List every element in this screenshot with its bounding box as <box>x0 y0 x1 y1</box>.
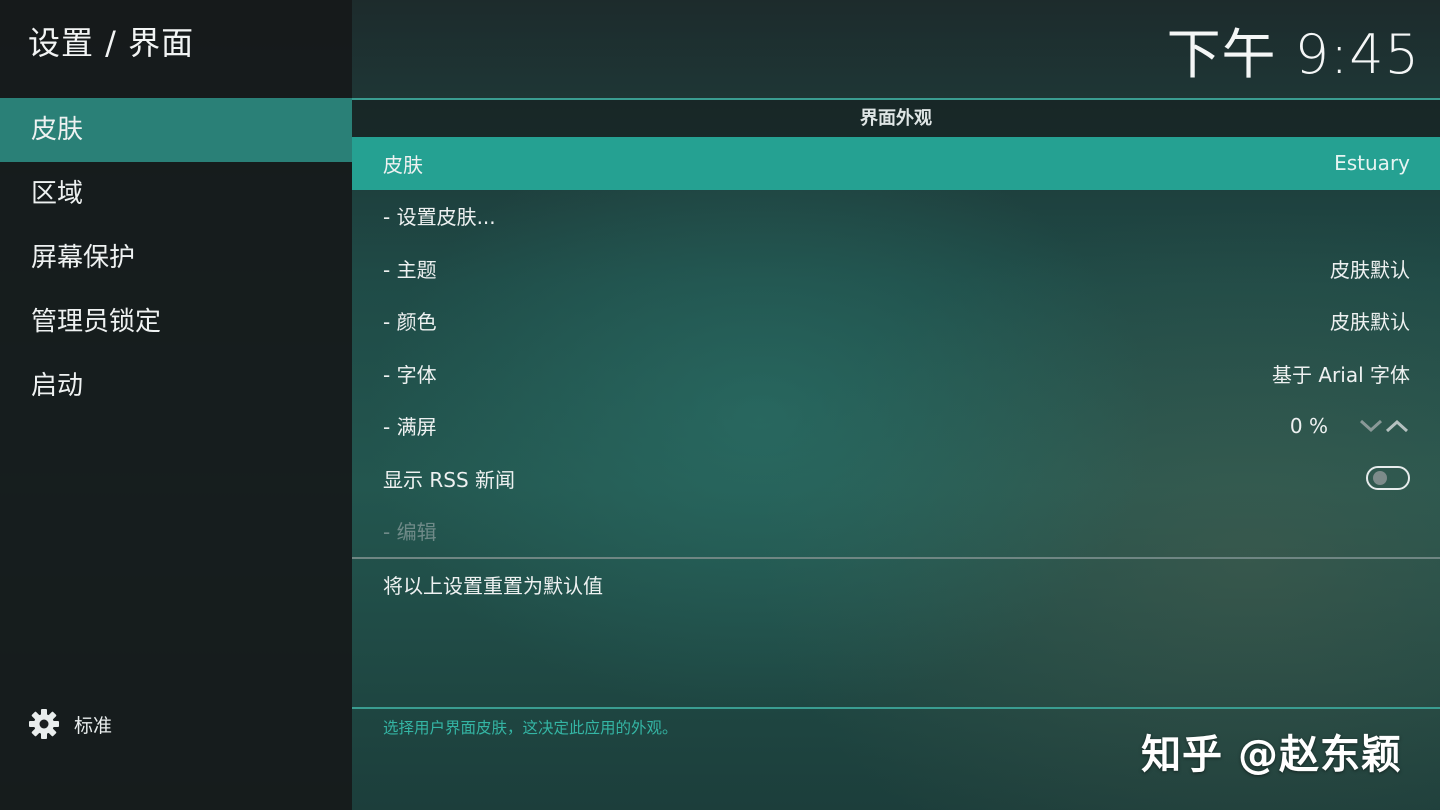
settings-level-label: 标准 <box>74 714 113 737</box>
setting-label: 皮肤 <box>383 152 423 177</box>
sidebar: 设置 / 界面 皮肤 区域 屏幕保护 管理员锁定 启动 标准 <box>0 0 352 810</box>
setting-label: - 颜色 <box>383 310 437 335</box>
sidebar-item-skin[interactable]: 皮肤 <box>0 98 352 162</box>
divider <box>352 557 1440 559</box>
sidebar-nav: 皮肤 区域 屏幕保护 管理员锁定 启动 <box>0 98 352 418</box>
setting-value: 皮肤默认 <box>1330 257 1410 282</box>
setting-label: - 字体 <box>383 362 437 387</box>
section-title: 界面外观 <box>352 100 1440 137</box>
chevron-down-icon[interactable] <box>1358 416 1384 436</box>
setting-row-configure-skin[interactable]: - 设置皮肤... <box>352 190 1440 243</box>
setting-label: - 编辑 <box>383 520 437 545</box>
settings-level-button[interactable]: 标准 <box>28 706 112 742</box>
divider <box>352 707 1440 709</box>
sidebar-item-startup[interactable]: 启动 <box>0 354 352 418</box>
setting-label: - 设置皮肤... <box>383 205 496 230</box>
clock: 下午 9:45 <box>1166 23 1420 86</box>
setting-row-theme[interactable]: - 主题 皮肤默认 <box>352 242 1440 295</box>
settings-list: 皮肤 Estuary - 设置皮肤... - 主题 皮肤默认 - 颜色 皮肤默认… <box>352 137 1440 557</box>
zoom-spinner: 0 % <box>1290 414 1410 438</box>
sidebar-item-screensaver[interactable]: 屏幕保护 <box>0 226 352 290</box>
chevron-up-icon[interactable] <box>1384 416 1410 436</box>
kodi-settings-screen: 设置 / 界面 皮肤 区域 屏幕保护 管理员锁定 启动 标准 下午 9:45 界… <box>0 0 1440 810</box>
setting-value: 基于 Arial 字体 <box>1272 362 1410 387</box>
gear-icon <box>29 709 59 739</box>
rss-toggle[interactable] <box>1366 466 1410 491</box>
setting-row-zoom[interactable]: - 满屏 0 % <box>352 400 1440 453</box>
setting-row-skin[interactable]: 皮肤 Estuary <box>352 137 1440 190</box>
setting-row-colors[interactable]: - 颜色 皮肤默认 <box>352 295 1440 348</box>
setting-value: 皮肤默认 <box>1330 310 1410 335</box>
setting-row-fonts[interactable]: - 字体 基于 Arial 字体 <box>352 347 1440 400</box>
setting-value: Estuary <box>1334 151 1410 176</box>
setting-row-edit-rss: - 编辑 <box>352 505 1440 558</box>
page-title: 设置 / 界面 <box>28 24 195 62</box>
setting-label: - 满屏 <box>383 415 437 440</box>
help-text: 选择用户界面皮肤，这决定此应用的外观。 <box>383 719 678 737</box>
setting-row-show-rss[interactable]: 显示 RSS 新闻 <box>352 452 1440 505</box>
sidebar-item-master-lock[interactable]: 管理员锁定 <box>0 290 352 354</box>
reset-defaults-button[interactable]: 将以上设置重置为默认值 <box>352 560 1440 612</box>
setting-label: 显示 RSS 新闻 <box>383 467 516 492</box>
toggle-knob <box>1373 471 1387 486</box>
setting-label: - 主题 <box>383 257 437 282</box>
sidebar-item-regional[interactable]: 区域 <box>0 162 352 226</box>
watermark: 知乎 @赵东颖 <box>1141 732 1402 778</box>
setting-value: 0 % <box>1289 413 1328 438</box>
